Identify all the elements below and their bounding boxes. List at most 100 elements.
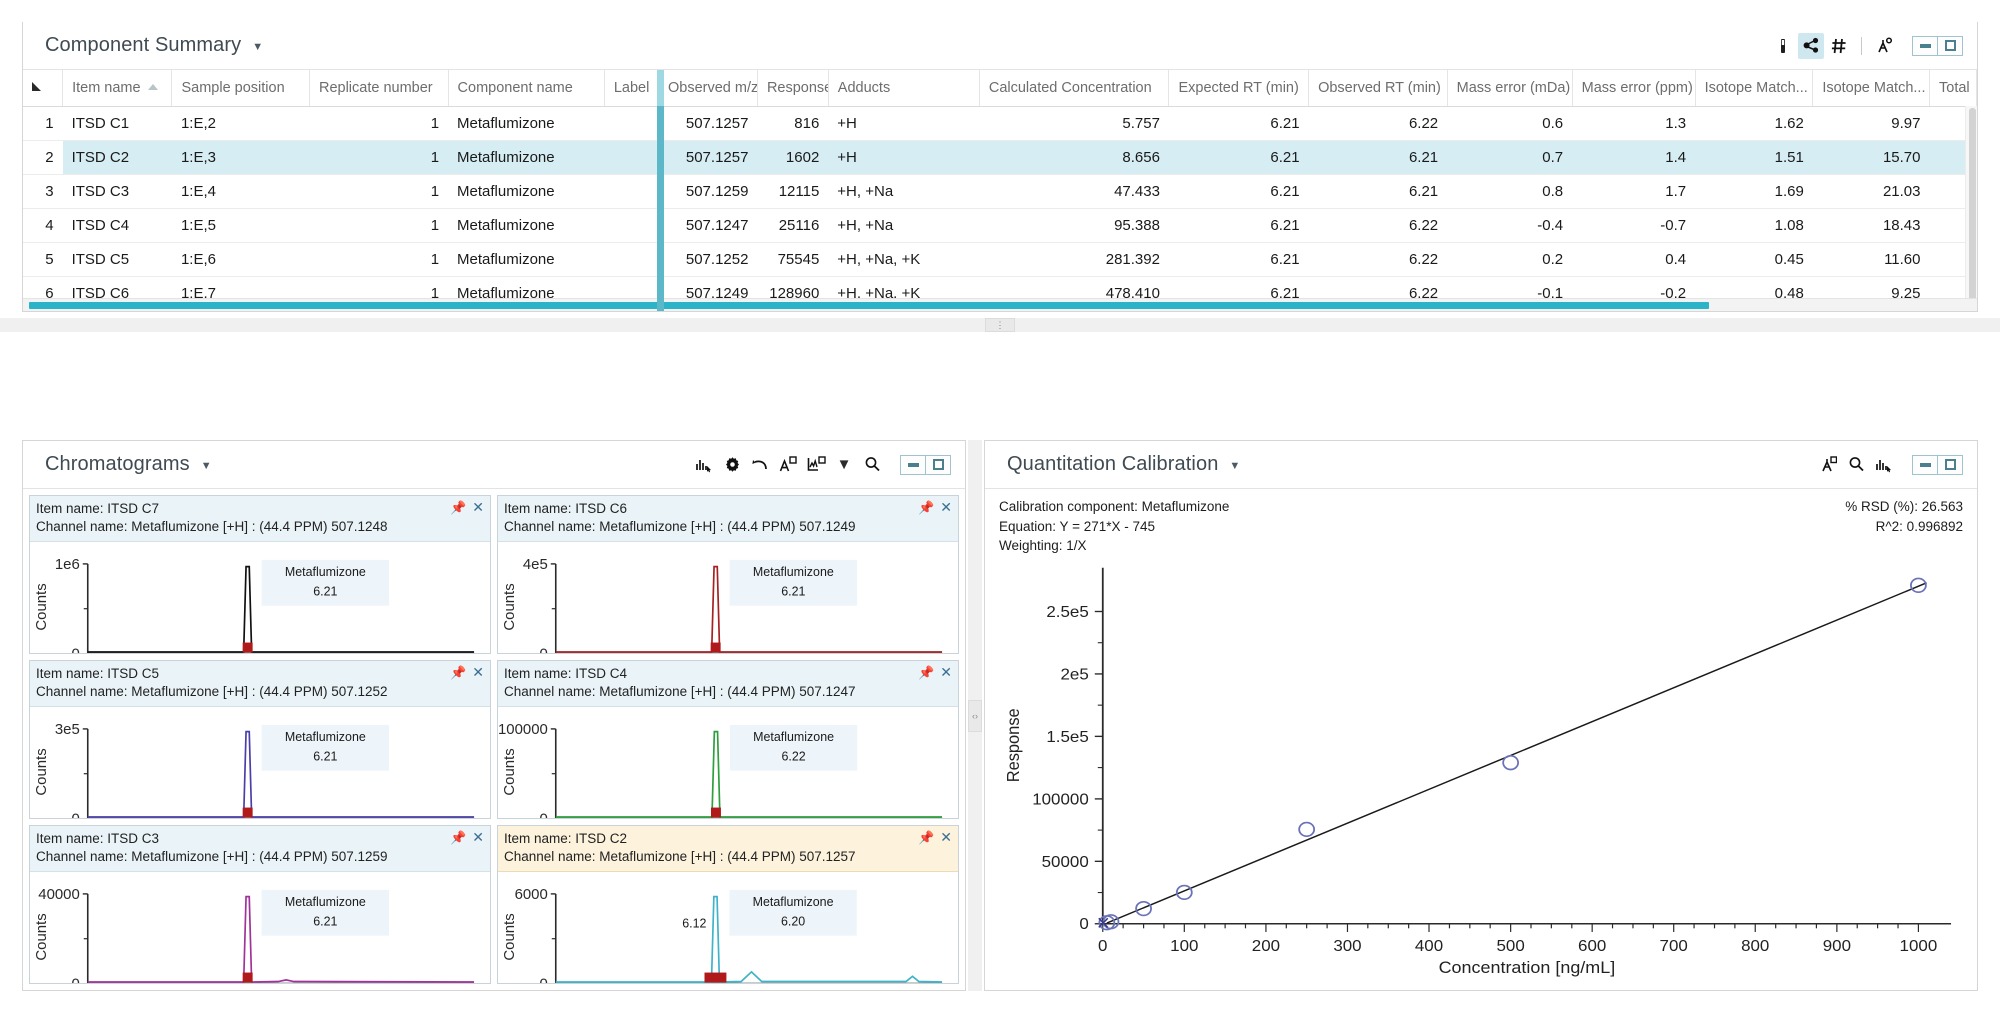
col-replicate-number[interactable]: Replicate number [309, 70, 449, 107]
close-icon[interactable]: ✕ [940, 500, 952, 514]
vial-icon[interactable] [1770, 33, 1796, 59]
share-nodes-icon[interactable] [1798, 32, 1824, 59]
quantitation-calibration-panel: Quantitation Calibration ▼ Calibration c… [984, 440, 1978, 991]
table-row[interactable]: 2 ITSD C2 1:E,3 1 Metaflumizone 507.1257 1602 +… [23, 140, 1977, 175]
cell-component-name: Metaflumizone [448, 242, 605, 277]
person-settings-icon[interactable] [1871, 33, 1897, 59]
col-observed-rt[interactable]: Observed RT (min) [1308, 70, 1448, 107]
chevron-down-icon[interactable]: ▼ [831, 452, 857, 478]
close-icon[interactable]: ✕ [472, 665, 484, 679]
col-sample-position[interactable]: Sample position [171, 70, 310, 107]
pin-icon[interactable]: 📌 [450, 831, 466, 844]
close-icon[interactable]: ✕ [472, 830, 484, 844]
table-horizontal-scroll-thumb[interactable] [29, 302, 1709, 309]
pin-icon[interactable]: 📌 [918, 831, 934, 844]
chromatogram-card[interactable]: Item name: ITSD C5 Channel name: Metaflum… [29, 660, 491, 819]
cell-component-name: Metaflumizone [448, 106, 605, 141]
col-adducts[interactable]: Adducts [828, 70, 980, 107]
col-item-name[interactable]: Item name [62, 70, 173, 107]
splitter-grip[interactable]: ⋮ [985, 318, 1015, 332]
zoom-icon[interactable] [859, 452, 885, 478]
close-icon[interactable]: ✕ [940, 830, 952, 844]
chromatogram-card[interactable]: Item name: ITSD C3 Channel name: Metaflum… [29, 825, 491, 984]
bar-peaks-icon[interactable] [1871, 452, 1897, 478]
col-calculated-concentration[interactable]: Calculated Concentration [979, 70, 1170, 107]
minimize-button[interactable] [1912, 35, 1938, 56]
bar-peaks-icon[interactable] [691, 452, 717, 478]
cell-expected-rt: 6.21 [1168, 106, 1309, 141]
col-mass-error-mda[interactable]: Mass error (mDa) [1447, 70, 1573, 107]
vertical-splitter[interactable]: ‹› [968, 440, 982, 991]
annotation-icon[interactable] [775, 452, 801, 478]
table-vertical-scroll-thumb[interactable] [1969, 108, 1976, 308]
chromatogram-plot[interactable]: 1000000Counts02.557.51012.515Metaflumizo… [498, 707, 958, 818]
col-total[interactable]: Total [1929, 70, 1977, 107]
splitter-grip-vertical[interactable]: ‹› [968, 699, 982, 732]
chevron-down-icon[interactable]: ▼ [201, 461, 212, 472]
col-isotope-match-2[interactable]: Isotope Match... [1812, 70, 1930, 107]
calibration-weighting: Weighting: 1/X [999, 538, 1087, 554]
cell-mass-error-ppm: 1.7 [1572, 174, 1696, 209]
chevron-down-icon[interactable]: ▼ [252, 42, 263, 53]
table-row[interactable]: 4 ITSD C4 1:E,5 1 Metaflumizone 507.1247 25116… [23, 208, 1977, 243]
table-row[interactable]: 1 ITSD C1 1:E,2 1 Metaflumizone 507.1257 816 +H… [23, 106, 1977, 141]
chart-settings-icon[interactable] [803, 452, 829, 478]
col-observed-mz[interactable]: Observed m/z [658, 70, 758, 107]
table-vertical-scrollbar[interactable] [1965, 106, 1977, 308]
row-index: 5 [23, 242, 63, 277]
hash-icon[interactable] [1826, 33, 1852, 59]
col-response[interactable]: Response [757, 70, 829, 107]
svg-text:400: 400 [1415, 938, 1443, 955]
horizontal-splitter[interactable]: ⋮ [0, 318, 2000, 332]
chromatogram-card[interactable]: Item name: ITSD C2 Channel name: Metaflum… [497, 825, 959, 984]
component-summary-header: Component Summary ▼ [23, 22, 1977, 70]
chromatogram-plot[interactable]: 1e60Counts02.557.51012.515Metaflumizone6… [30, 542, 490, 653]
application-window: Component Summary ▼ Item name Sample pos… [0, 0, 2000, 1011]
chromatogram-plot[interactable]: 400000Counts02.557.51012.515Metaflumizon… [30, 872, 490, 983]
undo-icon[interactable] [747, 452, 773, 478]
minimize-button[interactable] [1912, 454, 1938, 475]
pin-icon[interactable]: 📌 [450, 501, 466, 514]
maximize-button[interactable] [1937, 454, 1963, 475]
svg-text:Counts: Counts [33, 913, 50, 960]
svg-text:Counts: Counts [33, 583, 50, 630]
chromatogram-item-name: Item name: ITSD C4 [504, 666, 628, 681]
chromatogram-card[interactable]: Item name: ITSD C4 Channel name: Metaflum… [497, 660, 959, 819]
svg-text:2e5: 2e5 [1060, 666, 1088, 683]
table-row[interactable]: 5 ITSD C5 1:E,6 1 Metaflumizone 507.1252 75545… [23, 242, 1977, 277]
col-isotope-match-1[interactable]: Isotope Match... [1695, 70, 1814, 107]
maximize-button[interactable] [1937, 35, 1963, 56]
table-horizontal-scrollbar[interactable] [23, 298, 1977, 311]
cell-response: 1602 [757, 140, 829, 175]
pin-icon[interactable]: 📌 [918, 501, 934, 514]
chromatogram-plot[interactable]: 4e50Counts02.557.51012.515Metaflumizone6… [498, 542, 958, 654]
pin-icon[interactable]: 📌 [450, 666, 466, 679]
close-icon[interactable]: ✕ [472, 500, 484, 514]
close-icon[interactable]: ✕ [940, 665, 952, 679]
maximize-button[interactable] [925, 454, 951, 475]
chromatogram-plot[interactable]: 3e50Counts02.557.51012.515Metaflumizone6… [30, 707, 490, 818]
select-all-corner[interactable] [23, 70, 64, 107]
chromatogram-plot[interactable]: 60000Counts02.557.51012.515Metaflumizone… [498, 872, 958, 983]
col-mass-error-ppm[interactable]: Mass error (ppm) [1572, 70, 1696, 107]
chromatogram-channel-name: Channel name: Metaflumizone [+H] : (44.4… [504, 518, 856, 534]
chromatogram-card[interactable]: Item name: ITSD C6 Channel name: Metaflum… [497, 495, 959, 654]
calibration-r2: R^2: 0.996892 [1875, 518, 1963, 534]
zoom-icon[interactable] [1843, 452, 1869, 478]
svg-text:1e6: 1e6 [55, 556, 80, 573]
col-component-name[interactable]: Component name [448, 70, 605, 107]
cell-expected-rt: 6.21 [1168, 174, 1309, 209]
person-settings-icon[interactable] [1815, 452, 1841, 478]
svg-text:0: 0 [539, 645, 547, 654]
svg-text:Metaflumizone: Metaflumizone [753, 565, 834, 579]
chromatogram-card[interactable]: Item name: ITSD C7 Channel name: Metaflum… [29, 495, 491, 654]
pin-icon[interactable]: 📌 [918, 666, 934, 679]
minimize-button[interactable] [900, 454, 926, 475]
calibration-chart[interactable]: 0 50000 100000 1.5e5 2e5 2.5e5 0 100 200 300 400 50… [991, 555, 1969, 984]
gear-icon[interactable] [719, 452, 745, 478]
cell-item-name: ITSD C3 [62, 174, 172, 209]
table-row[interactable]: 3 ITSD C3 1:E,4 1 Metaflumizone 507.1259 12115… [23, 174, 1977, 209]
col-expected-rt[interactable]: Expected RT (min) [1168, 70, 1310, 107]
chevron-down-icon[interactable]: ▼ [1229, 461, 1240, 472]
col-label[interactable]: Label [604, 70, 659, 107]
